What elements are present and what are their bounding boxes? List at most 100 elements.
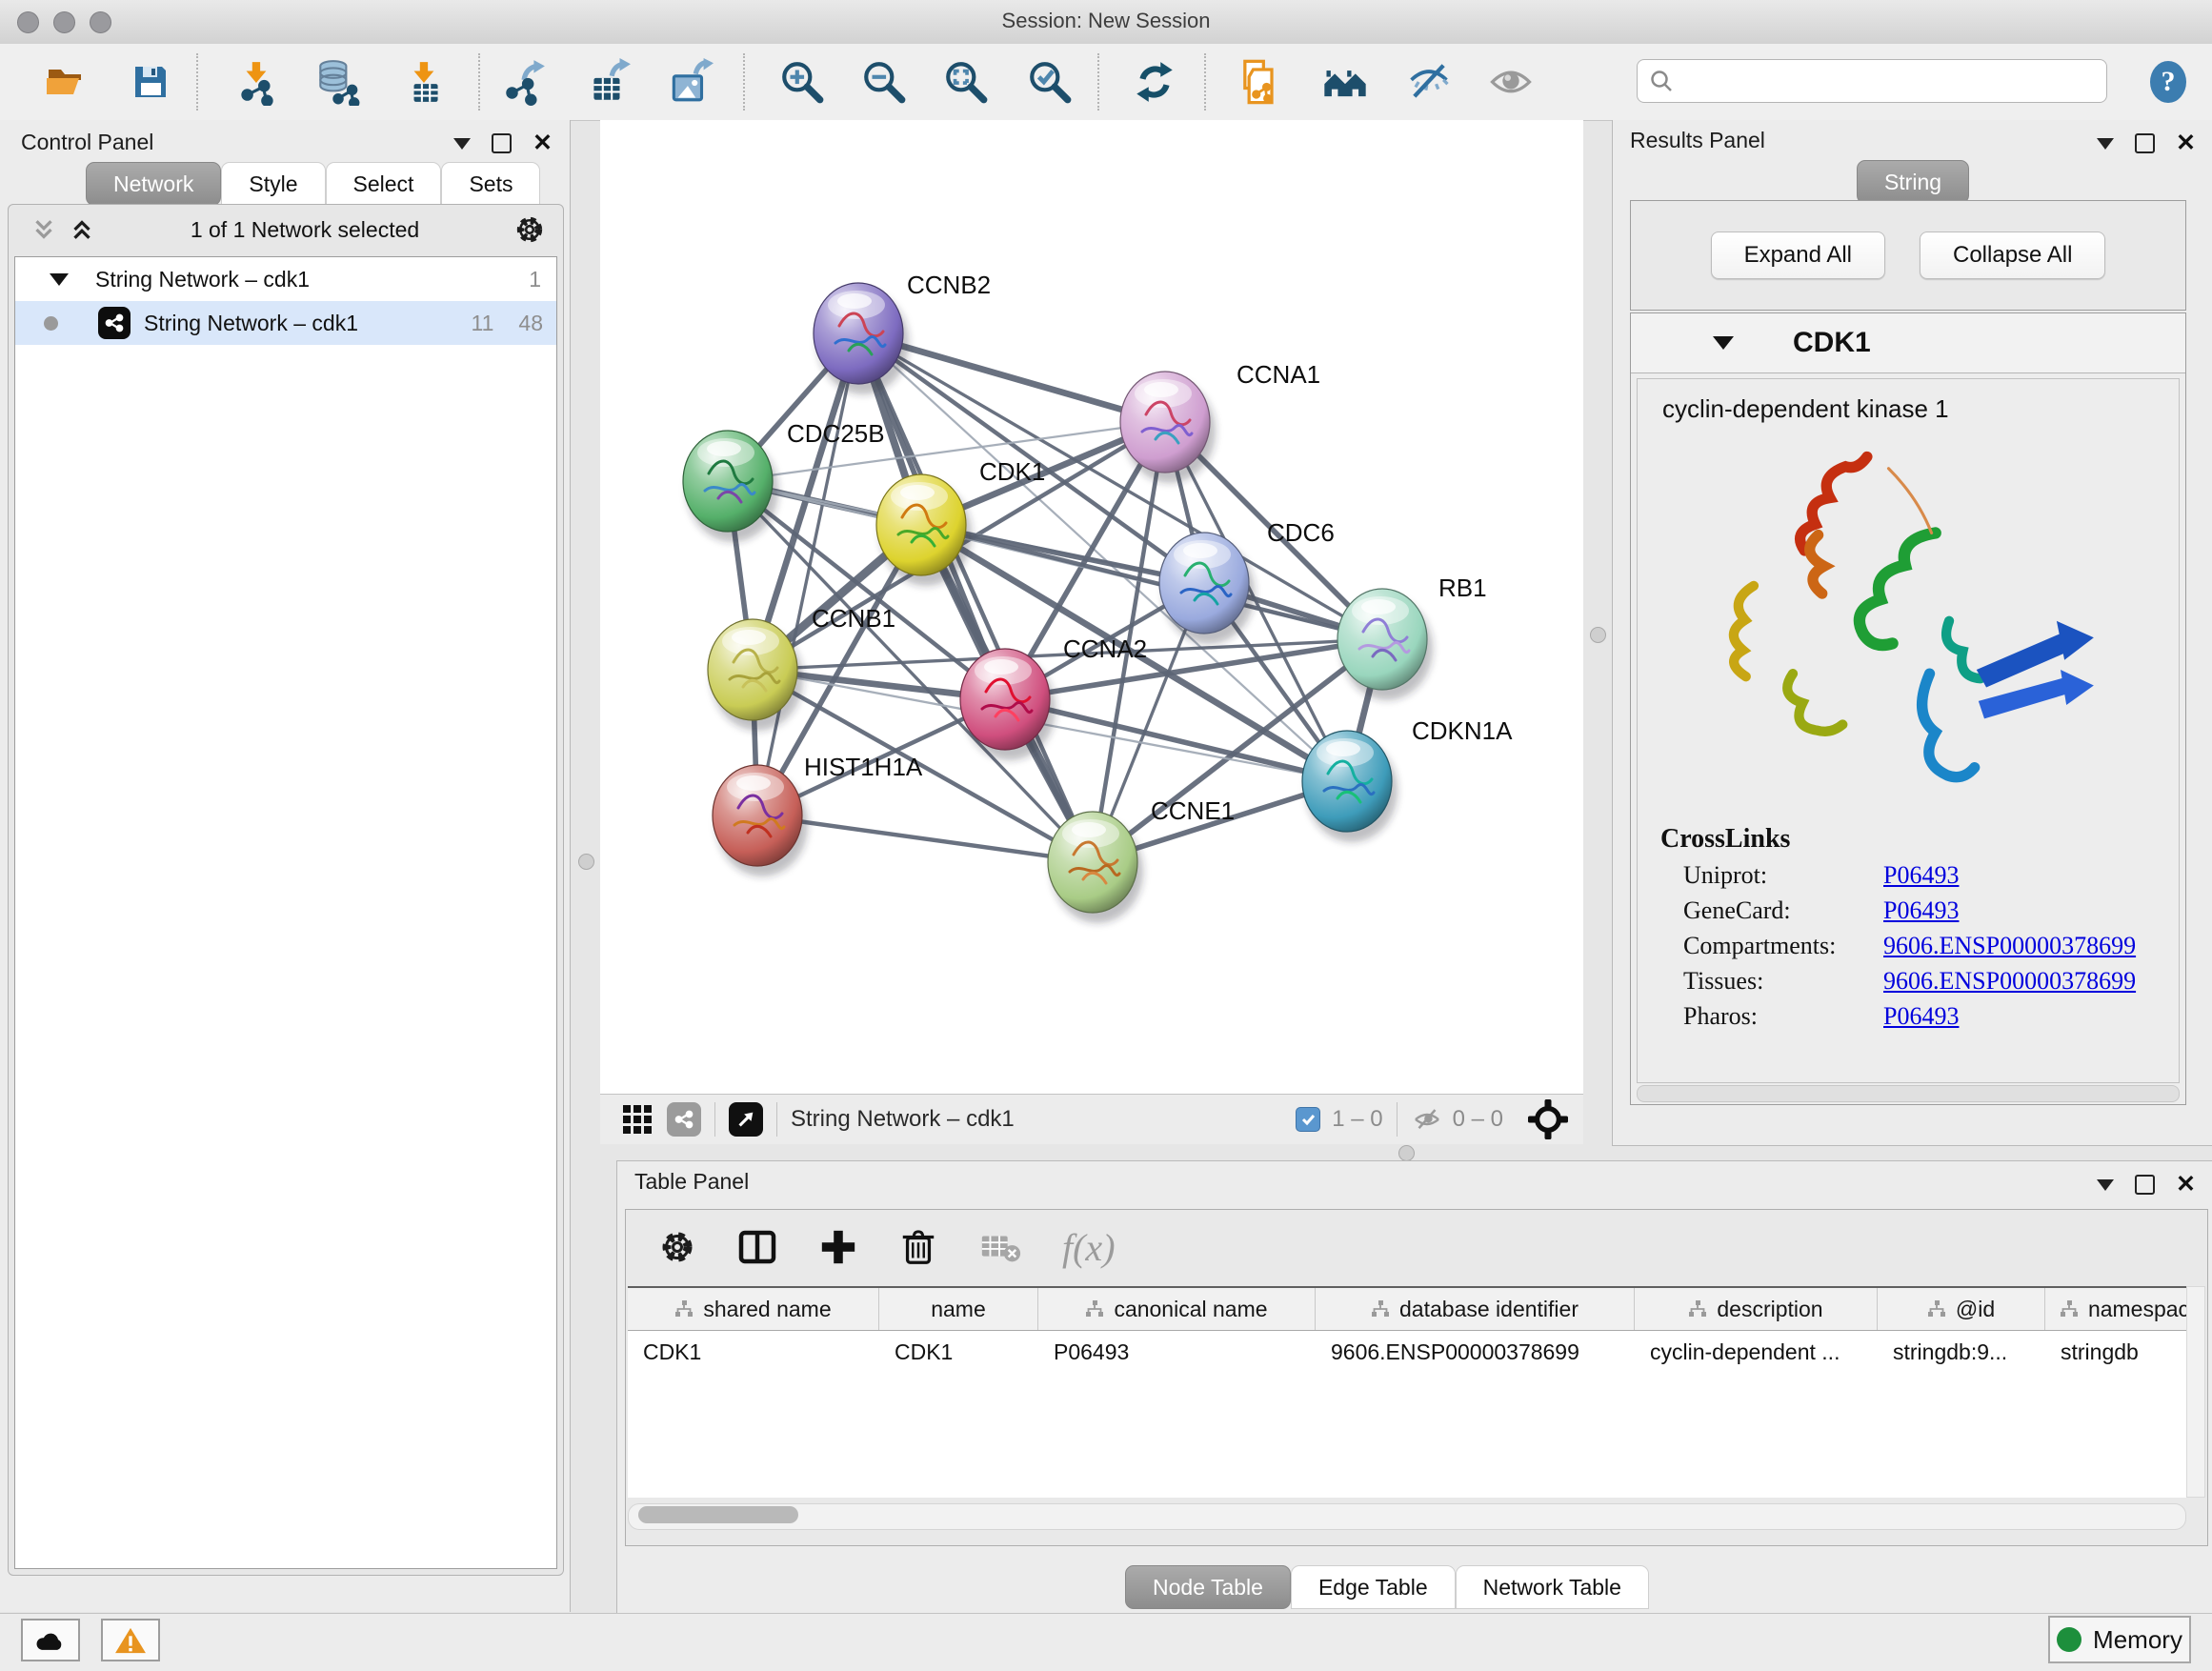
node-ccne1[interactable]	[1048, 812, 1143, 923]
column-header-namespac[interactable]: namespac	[2045, 1288, 2186, 1330]
tab-sets[interactable]: Sets	[441, 162, 540, 206]
selected-checkbox-icon[interactable]	[1296, 1107, 1320, 1132]
collapse-panel-icon[interactable]	[2097, 138, 2114, 150]
close-panel-icon[interactable]: ✕	[2176, 131, 2196, 155]
network-collection-row[interactable]: String Network – cdk1 1	[15, 257, 556, 301]
table-horizontal-scrollbar[interactable]	[628, 1503, 2186, 1530]
gene-header-row[interactable]: CDK1	[1631, 313, 2185, 373]
column-header-description[interactable]: description	[1635, 1288, 1878, 1330]
birdseye-view-icon[interactable]	[1528, 1099, 1568, 1139]
open-session-button[interactable]	[40, 57, 90, 107]
column-header-id[interactable]: @id	[1878, 1288, 2045, 1330]
table-cell[interactable]: P06493	[1038, 1331, 1316, 1373]
expand-all-icon[interactable]	[68, 215, 96, 244]
crosslink-link-genecard[interactable]: P06493	[1883, 896, 1959, 925]
crosslink-link-compartments[interactable]: 9606.ENSP00000378699	[1883, 932, 2136, 960]
edge-CCNB2-CCNE1[interactable]	[858, 333, 1093, 862]
search-input[interactable]	[1674, 68, 2095, 94]
network-from-selection-button[interactable]	[1235, 57, 1284, 107]
network-canvas[interactable]: CCNB2CCNA1CDC25BCDK1CDC6RB1CCNB1CCNA2CDK…	[600, 120, 1583, 1094]
splitter-handle[interactable]	[1398, 1145, 1415, 1161]
import-network-file-button[interactable]	[232, 57, 282, 107]
apply-layout-button[interactable]	[1130, 57, 1179, 107]
first-neighbors-button[interactable]	[1320, 57, 1370, 107]
hide-selected-button[interactable]	[1404, 57, 1454, 107]
export-network-button[interactable]	[499, 57, 549, 107]
column-header-canonical-name[interactable]: canonical name	[1038, 1288, 1316, 1330]
float-panel-icon[interactable]	[2135, 133, 2155, 153]
tab-string[interactable]: String	[1857, 160, 1969, 204]
column-header-database-identifier[interactable]: database identifier	[1316, 1288, 1635, 1330]
node-rb1[interactable]	[1337, 589, 1433, 700]
warnings-button[interactable]	[101, 1619, 160, 1661]
gear-icon[interactable]	[658, 1228, 696, 1266]
table-cell[interactable]: CDK1	[879, 1331, 1038, 1373]
current-view-icon[interactable]	[667, 1102, 701, 1137]
table-row[interactable]: CDK1CDK1P064939606.ENSP00000378699cyclin…	[628, 1331, 2186, 1373]
show-all-button[interactable]	[1486, 57, 1536, 107]
table-cell[interactable]: cyclin-dependent ...	[1635, 1331, 1878, 1373]
zoom-in-button[interactable]	[777, 57, 827, 107]
tab-style[interactable]: Style	[221, 162, 325, 206]
table-cell[interactable]: stringdb:9...	[1878, 1331, 2045, 1373]
collapse-all-button[interactable]: Collapse All	[1920, 232, 2105, 279]
expand-all-button[interactable]: Expand All	[1711, 232, 1885, 279]
node-ccna2[interactable]	[960, 649, 1056, 760]
column-header-name[interactable]: name	[879, 1288, 1038, 1330]
tab-node-table[interactable]: Node Table	[1125, 1565, 1291, 1609]
crosslink-link-tissues[interactable]: 9606.ENSP00000378699	[1883, 967, 2136, 996]
tab-network[interactable]: Network	[86, 162, 221, 206]
search-field[interactable]	[1637, 59, 2107, 103]
show-columns-icon[interactable]	[736, 1226, 778, 1268]
tab-network-table[interactable]: Network Table	[1456, 1565, 1649, 1609]
collapse-all-icon[interactable]	[30, 215, 58, 244]
node-hist1h1a[interactable]	[713, 765, 808, 876]
node-ccna1[interactable]	[1120, 372, 1216, 483]
delete-column-icon[interactable]	[898, 1227, 938, 1267]
table-cell[interactable]: 9606.ENSP00000378699	[1316, 1331, 1635, 1373]
node-cdk1[interactable]	[876, 474, 972, 586]
collapse-panel-icon[interactable]	[2097, 1179, 2114, 1191]
export-table-button[interactable]	[583, 57, 633, 107]
tab-select[interactable]: Select	[326, 162, 442, 206]
close-panel-icon[interactable]: ✕	[533, 131, 553, 155]
tab-edge-table[interactable]: Edge Table	[1291, 1565, 1456, 1609]
collapse-entry-icon[interactable]	[1713, 336, 1734, 350]
node-cdkn1a[interactable]	[1302, 731, 1398, 842]
detach-view-icon[interactable]	[729, 1102, 763, 1137]
gear-icon[interactable]	[513, 213, 546, 246]
save-session-button[interactable]	[126, 57, 175, 107]
scrollbar-thumb[interactable]	[638, 1506, 798, 1523]
memory-button[interactable]: Memory	[2048, 1616, 2191, 1663]
grid-view-icon[interactable]	[621, 1103, 654, 1136]
zoom-selected-button[interactable]	[1025, 57, 1075, 107]
column-header-shared-name[interactable]: shared name	[628, 1288, 879, 1330]
export-image-button[interactable]	[665, 57, 714, 107]
collapse-panel-icon[interactable]	[453, 138, 471, 150]
add-column-icon[interactable]	[818, 1227, 858, 1267]
float-panel-icon[interactable]	[2135, 1175, 2155, 1195]
help-button[interactable]: ?	[2143, 57, 2193, 107]
import-table-button[interactable]	[400, 57, 450, 107]
float-panel-icon[interactable]	[492, 133, 512, 153]
tree-expand-icon[interactable]	[50, 273, 69, 286]
network-row-selected[interactable]: String Network – cdk1 11 48	[15, 301, 556, 345]
table-cell[interactable]: stringdb	[2045, 1331, 2186, 1373]
new-network-from-selection-icon	[1235, 57, 1284, 107]
splitter-handle[interactable]	[1590, 627, 1606, 643]
zoom-fit-button[interactable]	[941, 57, 991, 107]
node-cdc6[interactable]	[1159, 533, 1255, 644]
crosslink-link-pharos[interactable]: P06493	[1883, 1002, 1959, 1031]
node-ccnb2[interactable]	[814, 283, 909, 394]
table-cell[interactable]: CDK1	[628, 1331, 879, 1373]
close-panel-icon[interactable]: ✕	[2176, 1173, 2196, 1197]
zoom-out-button[interactable]	[859, 57, 909, 107]
import-network-database-button[interactable]	[312, 57, 362, 107]
results-scrollbar[interactable]	[1637, 1085, 2180, 1102]
node-cdc25b[interactable]	[683, 431, 778, 542]
splitter-handle[interactable]	[578, 854, 594, 870]
cloud-button[interactable]	[21, 1619, 80, 1661]
node-table[interactable]: shared namenamecanonical namedatabase id…	[628, 1286, 2186, 1498]
table-vertical-scrollbar[interactable]	[2186, 1286, 2205, 1498]
crosslink-link-uniprot[interactable]: P06493	[1883, 861, 1959, 890]
